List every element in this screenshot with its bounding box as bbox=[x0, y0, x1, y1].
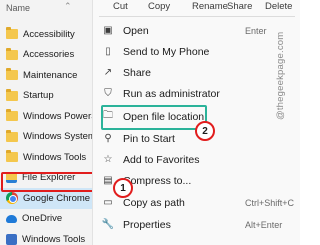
menu-item-add-to-favorites[interactable]: ☆ Add to Favorites bbox=[93, 149, 301, 170]
share-icon: ↗ bbox=[103, 67, 113, 78]
rename-button[interactable]: Rename bbox=[192, 1, 228, 12]
star-icon: ☆ bbox=[103, 154, 113, 165]
menu-item-open[interactable]: ▣ Open Enter bbox=[93, 20, 301, 41]
phone-icon: ▯ bbox=[105, 46, 111, 57]
list-item-windows-tools[interactable]: Windows Tools bbox=[0, 229, 92, 245]
windows-tools-icon bbox=[6, 233, 17, 245]
list-item-accessories[interactable]: Accessories bbox=[0, 45, 92, 66]
list-item-windows-powershell[interactable]: Windows PowerShell bbox=[0, 106, 92, 127]
list-item-windows-system[interactable]: Windows System bbox=[0, 127, 92, 148]
folder-icon bbox=[6, 27, 18, 40]
list-item-accessibility[interactable]: Accessibility bbox=[0, 24, 92, 45]
open-icon: ▣ bbox=[103, 25, 113, 36]
zip-icon: ▤ bbox=[103, 175, 113, 186]
step-2-badge: 2 bbox=[195, 121, 215, 141]
wrench-icon: 🔧 bbox=[101, 219, 115, 230]
watermark-text: @thegeekpage.com bbox=[275, 31, 286, 120]
menu-item-send-to-my-phone[interactable]: ▯ Send to My Phone bbox=[93, 41, 301, 62]
list-item-onedrive[interactable]: OneDrive bbox=[0, 209, 92, 230]
cut-button[interactable]: Cut bbox=[113, 1, 128, 12]
delete-button[interactable]: Delete bbox=[265, 1, 292, 12]
folder-icon bbox=[6, 68, 18, 81]
chrome-icon bbox=[6, 192, 18, 205]
shield-icon: ⛉ bbox=[104, 88, 112, 99]
copy-path-icon: ▭ bbox=[103, 197, 113, 208]
share-toolbar-button[interactable]: Share bbox=[227, 1, 252, 12]
folder-icon bbox=[6, 150, 18, 163]
folder-icon bbox=[6, 129, 18, 142]
pin-icon: ⚲ bbox=[104, 133, 112, 144]
menu-item-run-as-administrator[interactable]: ⛉ Run as administrator bbox=[93, 83, 301, 104]
explorer-pane: Name ⌃ Accessibility Accessories Mainten… bbox=[0, 0, 92, 245]
folder-icon bbox=[6, 47, 18, 60]
copy-button[interactable]: Copy bbox=[148, 1, 170, 12]
name-column-header[interactable]: Name bbox=[6, 3, 30, 13]
start-menu-folder-list: Accessibility Accessories Maintenance St… bbox=[0, 24, 92, 245]
context-menu-toolbar: Cut Copy Rename Share Delete bbox=[93, 0, 301, 14]
chevron-up-icon[interactable]: ⌃ bbox=[64, 1, 72, 12]
onedrive-icon bbox=[6, 214, 17, 223]
folder-icon bbox=[6, 88, 18, 101]
list-item-maintenance[interactable]: Maintenance bbox=[0, 65, 92, 86]
folder-icon bbox=[6, 109, 18, 122]
menu-item-properties[interactable]: 🔧 Properties Alt+Enter bbox=[93, 214, 301, 235]
list-item-windows-tools-folder[interactable]: Windows Tools bbox=[0, 147, 92, 168]
step-1-badge: 1 bbox=[113, 178, 133, 198]
open-file-location-highlight bbox=[101, 105, 207, 130]
menu-divider bbox=[99, 16, 295, 17]
list-item-startup[interactable]: Startup bbox=[0, 86, 92, 107]
menu-item-share[interactable]: ↗ Share bbox=[93, 62, 301, 83]
